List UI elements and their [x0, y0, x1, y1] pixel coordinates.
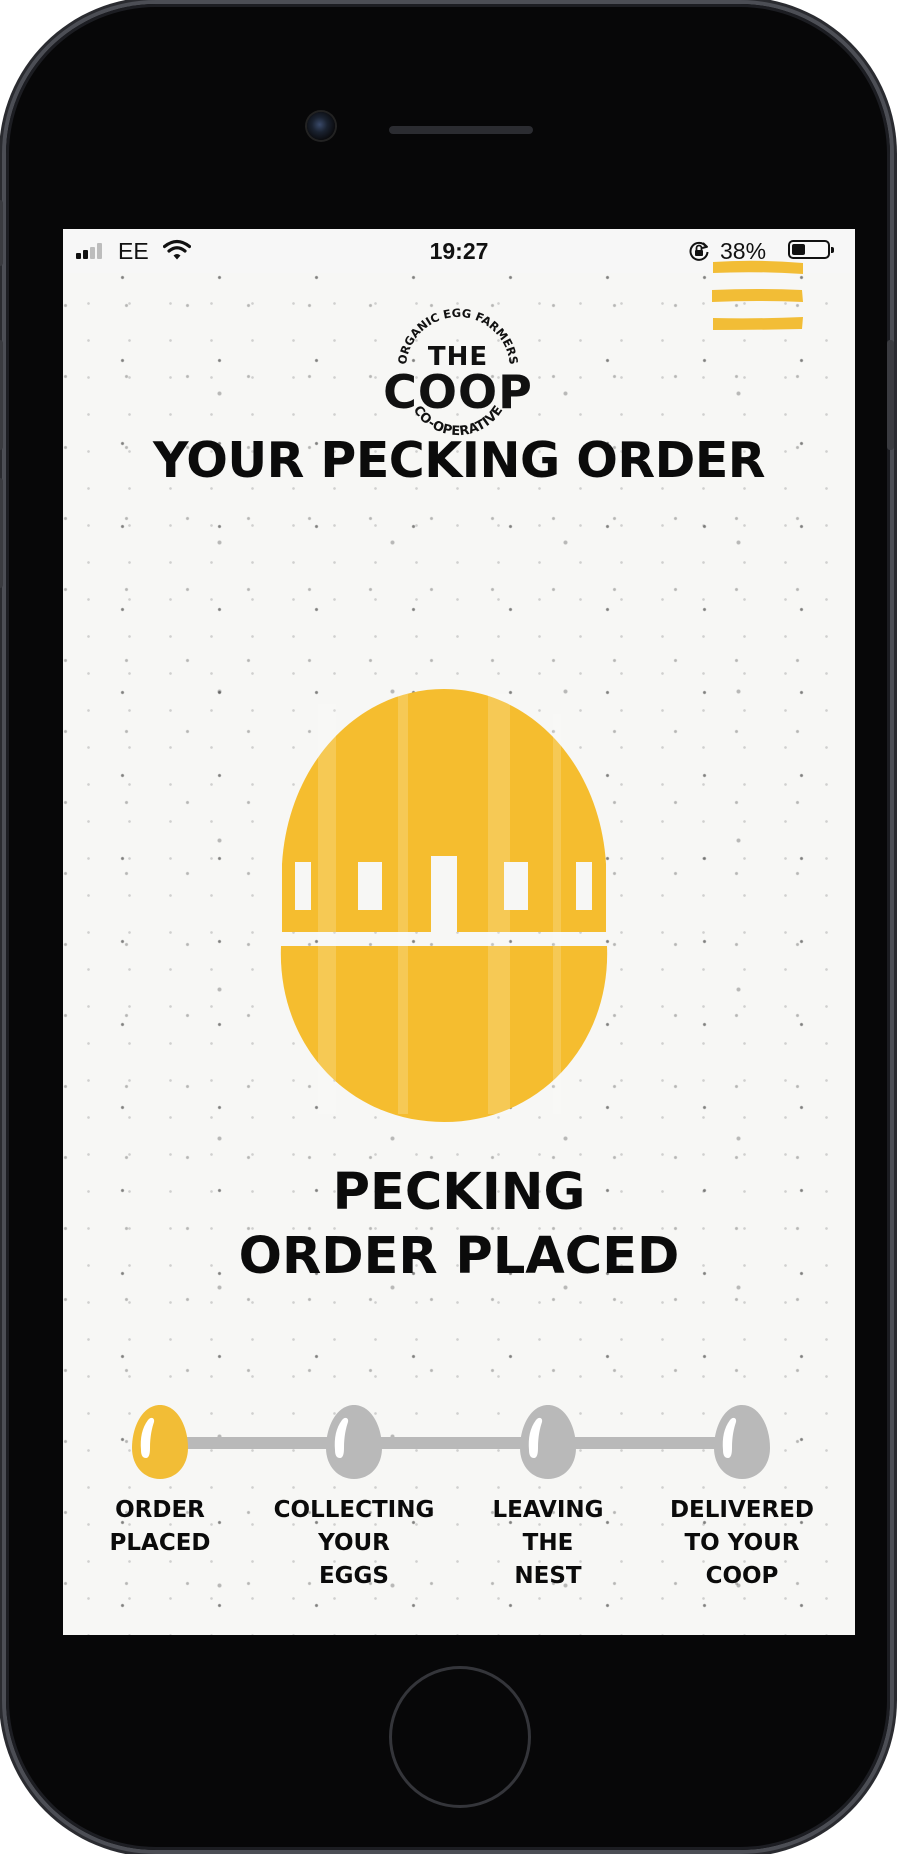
step-label-line: ORDER: [115, 1497, 205, 1523]
home-button[interactable]: [389, 1666, 531, 1808]
egg-icon: [132, 1405, 188, 1479]
egg-icon: [326, 1405, 382, 1479]
step-label-collecting: COLLECTING YOUR EGGS: [269, 1494, 439, 1593]
battery-icon: [788, 240, 834, 259]
egg-icon: [714, 1405, 770, 1479]
step-label-leaving-nest: LEAVING THE NEST: [463, 1494, 633, 1593]
step-label-line: PLACED: [109, 1530, 211, 1556]
step-label-line: COOP: [705, 1563, 779, 1589]
step-label-line: EGGS: [318, 1563, 390, 1589]
step-label-line: THE: [522, 1530, 574, 1556]
step-label-line: TO YOUR: [684, 1530, 800, 1556]
order-status-line-2: ORDER PLACED: [238, 1227, 680, 1286]
hamburger-icon: [712, 260, 803, 330]
egg-icon: [520, 1405, 576, 1479]
power-button: [887, 340, 894, 450]
step-label-delivered: DELIVERED TO YOUR COOP: [657, 1494, 827, 1593]
order-status-heading: PECKING ORDER PLACED: [63, 1161, 855, 1289]
progress-track: [184, 1437, 769, 1449]
step-egg-leaving-nest: [519, 1404, 577, 1480]
volume-down-button: [0, 478, 3, 588]
app-screen: EE 19:27 38% ORGANIC EGG FARMERS CO-OPER…: [63, 229, 855, 1635]
page-title: YOUR PECKING ORDER: [152, 432, 766, 489]
rotation-lock-icon: [689, 241, 709, 261]
egg-timer-illustration: [280, 689, 608, 1122]
order-status-line-1: PECKING: [332, 1163, 586, 1222]
earpiece-speaker: [389, 126, 533, 134]
step-label-line: DELIVERED: [669, 1497, 815, 1523]
front-camera: [307, 112, 335, 140]
mute-switch: [0, 200, 3, 266]
step-label-order-placed: ORDER PLACED: [75, 1494, 245, 1560]
step-label-line: LEAVING: [492, 1497, 604, 1523]
step-label-line: COLLECTING: [273, 1497, 435, 1523]
step-egg-delivered: [713, 1404, 771, 1480]
step-egg-collecting: [325, 1404, 383, 1480]
step-label-line: NEST: [514, 1563, 582, 1589]
volume-up-button: [0, 340, 3, 450]
step-egg-order-placed: [131, 1404, 189, 1480]
step-label-line: YOUR: [318, 1530, 390, 1556]
menu-button[interactable]: [711, 259, 805, 335]
logo-coop: COOP: [383, 365, 533, 419]
